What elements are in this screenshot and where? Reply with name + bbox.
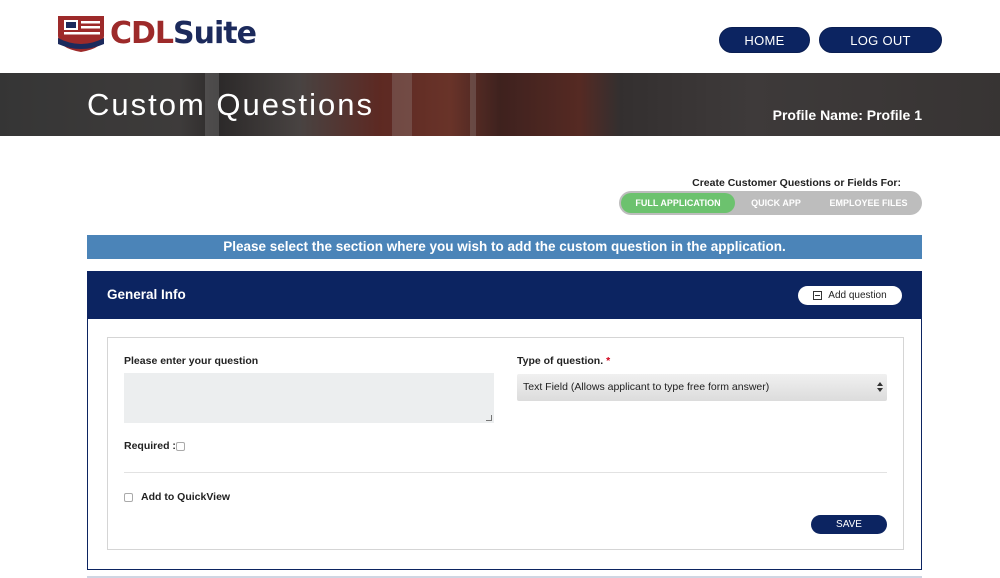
required-label: Required : (124, 440, 176, 452)
type-label-text: Type of question. (517, 355, 604, 367)
add-question-button[interactable]: Add question (798, 286, 902, 305)
required-checkbox[interactable] (176, 442, 185, 451)
question-form: Please enter your question Type of quest… (107, 337, 904, 550)
tab-full-application[interactable]: FULL APPLICATION (621, 193, 735, 213)
section-title: General Info (107, 287, 186, 302)
type-label: Type of question. * (517, 355, 610, 367)
logo-wordmark: CDLSuite (110, 14, 257, 54)
question-type-value: Text Field (Allows applicant to type fre… (523, 381, 770, 393)
collapse-icon (813, 291, 823, 300)
add-question-label: Add question (828, 290, 887, 301)
question-textarea[interactable] (124, 373, 494, 423)
selector-label: Create Customer Questions or Fields For: (692, 177, 901, 189)
page-banner: Custom Questions Profile Name: Profile 1 (0, 73, 1000, 136)
home-button[interactable]: HOME (719, 27, 810, 53)
flag-icon (56, 14, 106, 54)
page-title: Custom Questions (87, 87, 374, 122)
application-type-selector: FULL APPLICATION QUICK APP EMPLOYEE FILE… (619, 191, 922, 215)
top-bar: CDLSuite HOME LOG OUT (0, 0, 1000, 73)
logo-text-cdl: CDL (110, 16, 174, 51)
tab-quick-app[interactable]: QUICK APP (735, 193, 817, 213)
cdlsuite-logo[interactable]: CDLSuite (56, 14, 257, 54)
question-label: Please enter your question (124, 355, 259, 367)
quickview-label: Add to QuickView (141, 491, 231, 503)
select-arrows-icon (877, 382, 883, 393)
instruction-banner: Please select the section where you wish… (87, 235, 922, 259)
section-card: General Info Add question Please enter y… (87, 271, 922, 570)
profile-name: Profile Name: Profile 1 (772, 107, 922, 123)
quickview-checkbox[interactable] (124, 493, 133, 502)
resize-handle-icon[interactable] (486, 415, 492, 421)
logo-text-suite: Suite (173, 16, 257, 51)
save-button[interactable]: SAVE (811, 515, 887, 534)
logout-button[interactable]: LOG OUT (819, 27, 942, 53)
question-type-select[interactable]: Text Field (Allows applicant to type fre… (517, 374, 887, 401)
divider (124, 472, 887, 473)
section-header: General Info Add question (88, 272, 921, 319)
required-asterisk: * (606, 355, 611, 367)
tab-employee-files[interactable]: EMPLOYEE FILES (817, 193, 920, 213)
